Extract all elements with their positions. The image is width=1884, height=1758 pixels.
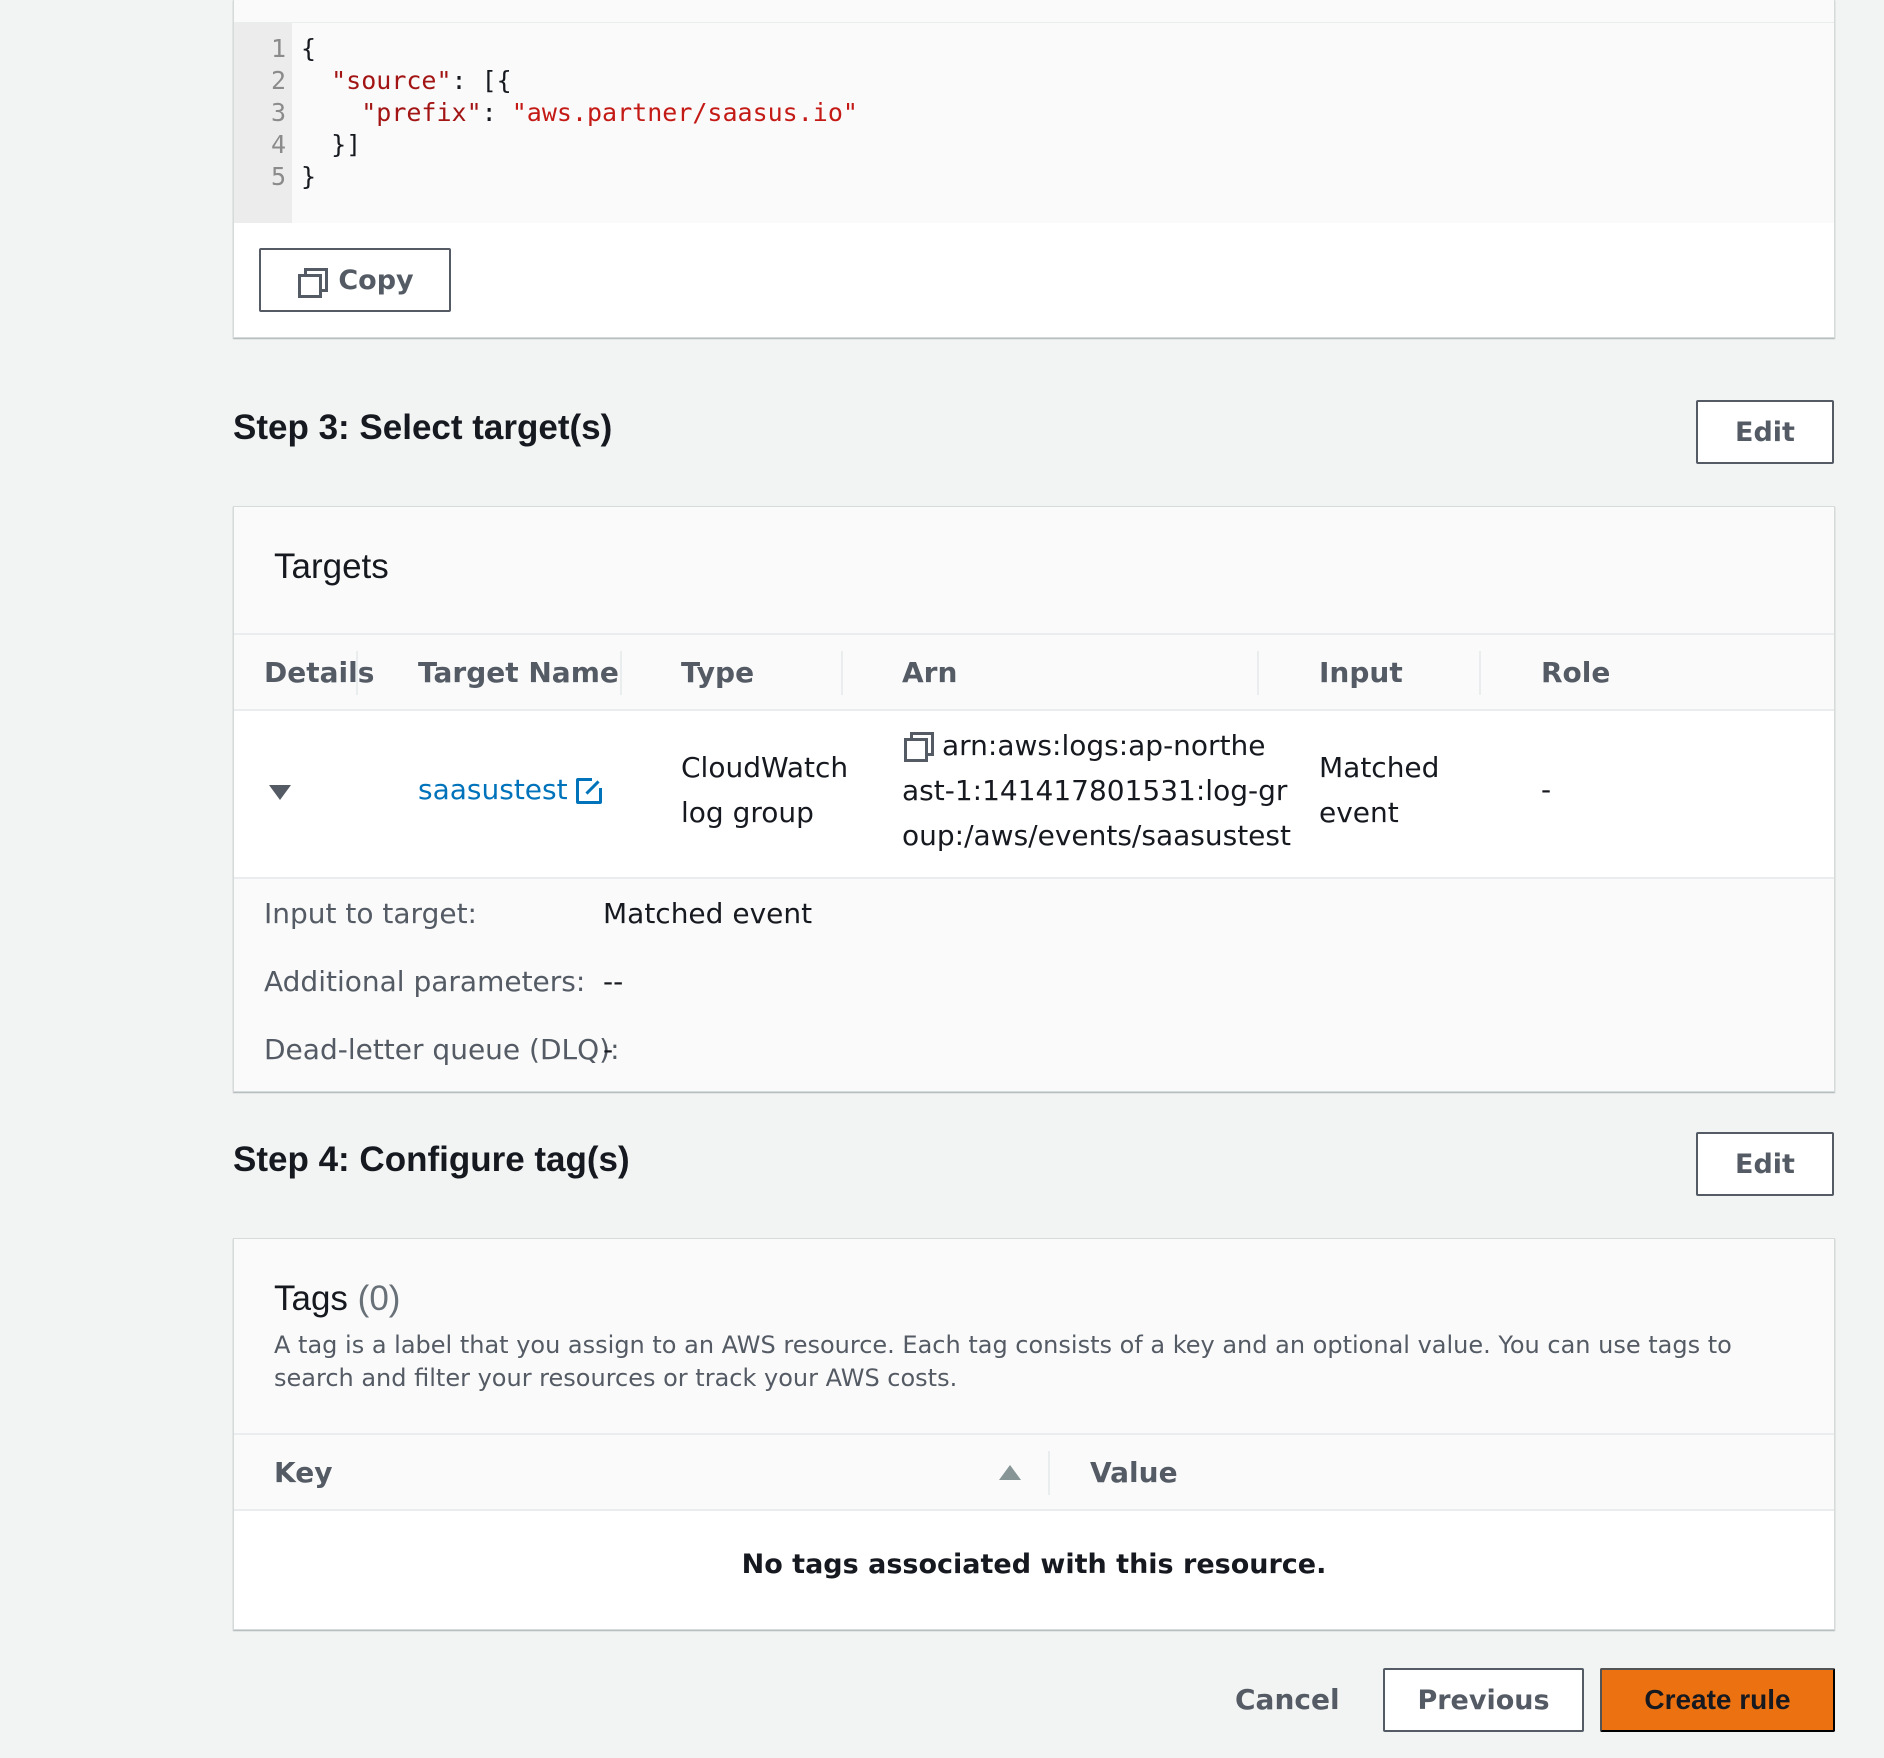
arn-cell: arn:aws:logs:ap-northe ast-1:14141780153… xyxy=(902,723,1291,858)
code-editor: 1 2 3 4 5 { "source": [{ "prefix": "aws.… xyxy=(234,23,1834,223)
type-line: log group xyxy=(681,796,814,829)
sort-ascending-icon xyxy=(999,1464,1021,1480)
targets-panel: Targets Details Target Name Type Arn Inp… xyxy=(233,506,1835,1092)
column-divider xyxy=(841,651,843,695)
code-line: } xyxy=(301,161,858,193)
tags-title-text: Tags xyxy=(274,1279,348,1318)
detail-label-additional-params: Additional parameters: xyxy=(264,965,586,998)
step4-title: Step 4: Configure tag(s) xyxy=(233,1140,630,1179)
code-token: { xyxy=(301,34,317,63)
targets-panel-title: Targets xyxy=(274,547,389,586)
target-name-link[interactable]: saasustest xyxy=(418,773,568,806)
code-token: "aws.partner/saasus.io" xyxy=(511,98,858,127)
detail-value-input: Matched event xyxy=(603,897,813,930)
column-header-key[interactable]: Key xyxy=(274,1435,332,1509)
column-header-input[interactable]: Input xyxy=(1319,635,1403,709)
detail-value-dlq: - xyxy=(603,1033,614,1066)
code-token: : [{ xyxy=(451,66,512,95)
column-header-role[interactable]: Role xyxy=(1541,635,1610,709)
code-token: "source" xyxy=(331,66,452,95)
code-token: } xyxy=(301,162,317,191)
line-number: 1 xyxy=(270,34,286,63)
role-cell: - xyxy=(1541,773,1552,806)
copy-arn-icon[interactable] xyxy=(902,730,934,762)
line-number: 2 xyxy=(270,66,286,95)
copy-icon xyxy=(296,266,329,298)
tags-description: A tag is a label that you assign to an A… xyxy=(274,1331,1732,1392)
input-line: event xyxy=(1319,796,1399,829)
target-name-cell: saasustest xyxy=(418,767,604,812)
column-header-type[interactable]: Type xyxy=(681,635,754,709)
input-cell: Matched event xyxy=(1319,745,1439,835)
line-number: 3 xyxy=(270,98,286,127)
row-expand-toggle[interactable] xyxy=(269,785,291,800)
step4-edit-button[interactable]: Edit xyxy=(1696,1132,1834,1196)
column-divider xyxy=(1257,651,1259,695)
tags-table-header: Key Value xyxy=(234,1433,1834,1511)
event-pattern-panel: 1 2 3 4 5 { "source": [{ "prefix": "aws.… xyxy=(233,0,1835,338)
targets-table-header: Details Target Name Type Arn Input Role xyxy=(234,633,1834,711)
code-line: "prefix": "aws.partner/saasus.io" xyxy=(301,97,858,129)
copy-button[interactable]: Copy xyxy=(259,248,451,312)
type-line: CloudWatch xyxy=(681,751,849,784)
line-number: 4 xyxy=(270,130,286,159)
column-header-arn[interactable]: Arn xyxy=(902,635,957,709)
code-token: : xyxy=(481,98,512,127)
code-header xyxy=(234,0,1834,23)
sort-toggle[interactable] xyxy=(999,1435,1021,1509)
column-divider xyxy=(1479,651,1481,695)
line-number-gutter: 1 2 3 4 5 xyxy=(234,23,292,223)
detail-label-input: Input to target: xyxy=(264,897,477,930)
empty-state-message: No tags associated with this resource. xyxy=(741,1549,1327,1580)
arn-line: ast-1:141417801531:log-gr xyxy=(902,774,1288,807)
code-content: { "source": [{ "prefix": "aws.partner/sa… xyxy=(292,23,858,223)
arn-line: arn:aws:logs:ap-northe xyxy=(942,729,1266,762)
input-line: Matched xyxy=(1319,751,1440,784)
previous-button[interactable]: Previous xyxy=(1383,1668,1584,1732)
column-divider xyxy=(1048,1451,1050,1495)
caret-down-icon xyxy=(269,785,291,800)
column-header-target-name[interactable]: Target Name xyxy=(418,635,619,709)
page: 1 2 3 4 5 { "source": [{ "prefix": "aws.… xyxy=(0,0,1884,1758)
detail-label-dlq: Dead-letter queue (DLQ): xyxy=(264,1033,620,1066)
detail-value-additional-params: -- xyxy=(603,965,624,998)
line-number: 5 xyxy=(270,162,286,191)
code-line: }] xyxy=(301,129,858,161)
code-line: { xyxy=(301,33,858,65)
copy-label: Copy xyxy=(338,264,414,296)
column-header-value[interactable]: Value xyxy=(1090,1435,1178,1509)
column-divider xyxy=(620,651,622,695)
tags-count: (0) xyxy=(357,1279,401,1318)
cancel-button[interactable]: Cancel xyxy=(1235,1683,1340,1716)
external-link-icon[interactable] xyxy=(575,776,604,804)
column-divider xyxy=(356,651,358,695)
step3-title: Step 3: Select target(s) xyxy=(233,408,613,447)
step3-edit-button[interactable]: Edit xyxy=(1696,400,1834,464)
code-token: }] xyxy=(301,130,362,159)
type-cell: CloudWatch log group xyxy=(681,745,848,835)
tags-empty-row: No tags associated with this resource. xyxy=(234,1511,1834,1629)
code-token: "prefix" xyxy=(361,98,482,127)
table-row: saasustest CloudWatch log group arn:aws:… xyxy=(234,711,1834,879)
code-line: "source": [{ xyxy=(301,65,858,97)
tags-panel-title: Tags (0) xyxy=(274,1279,400,1319)
arn-line: oup:/aws/events/saasustest xyxy=(902,819,1291,852)
create-rule-button[interactable]: Create rule xyxy=(1600,1668,1835,1732)
tags-panel: Tags (0) A tag is a label that you assig… xyxy=(233,1238,1835,1630)
